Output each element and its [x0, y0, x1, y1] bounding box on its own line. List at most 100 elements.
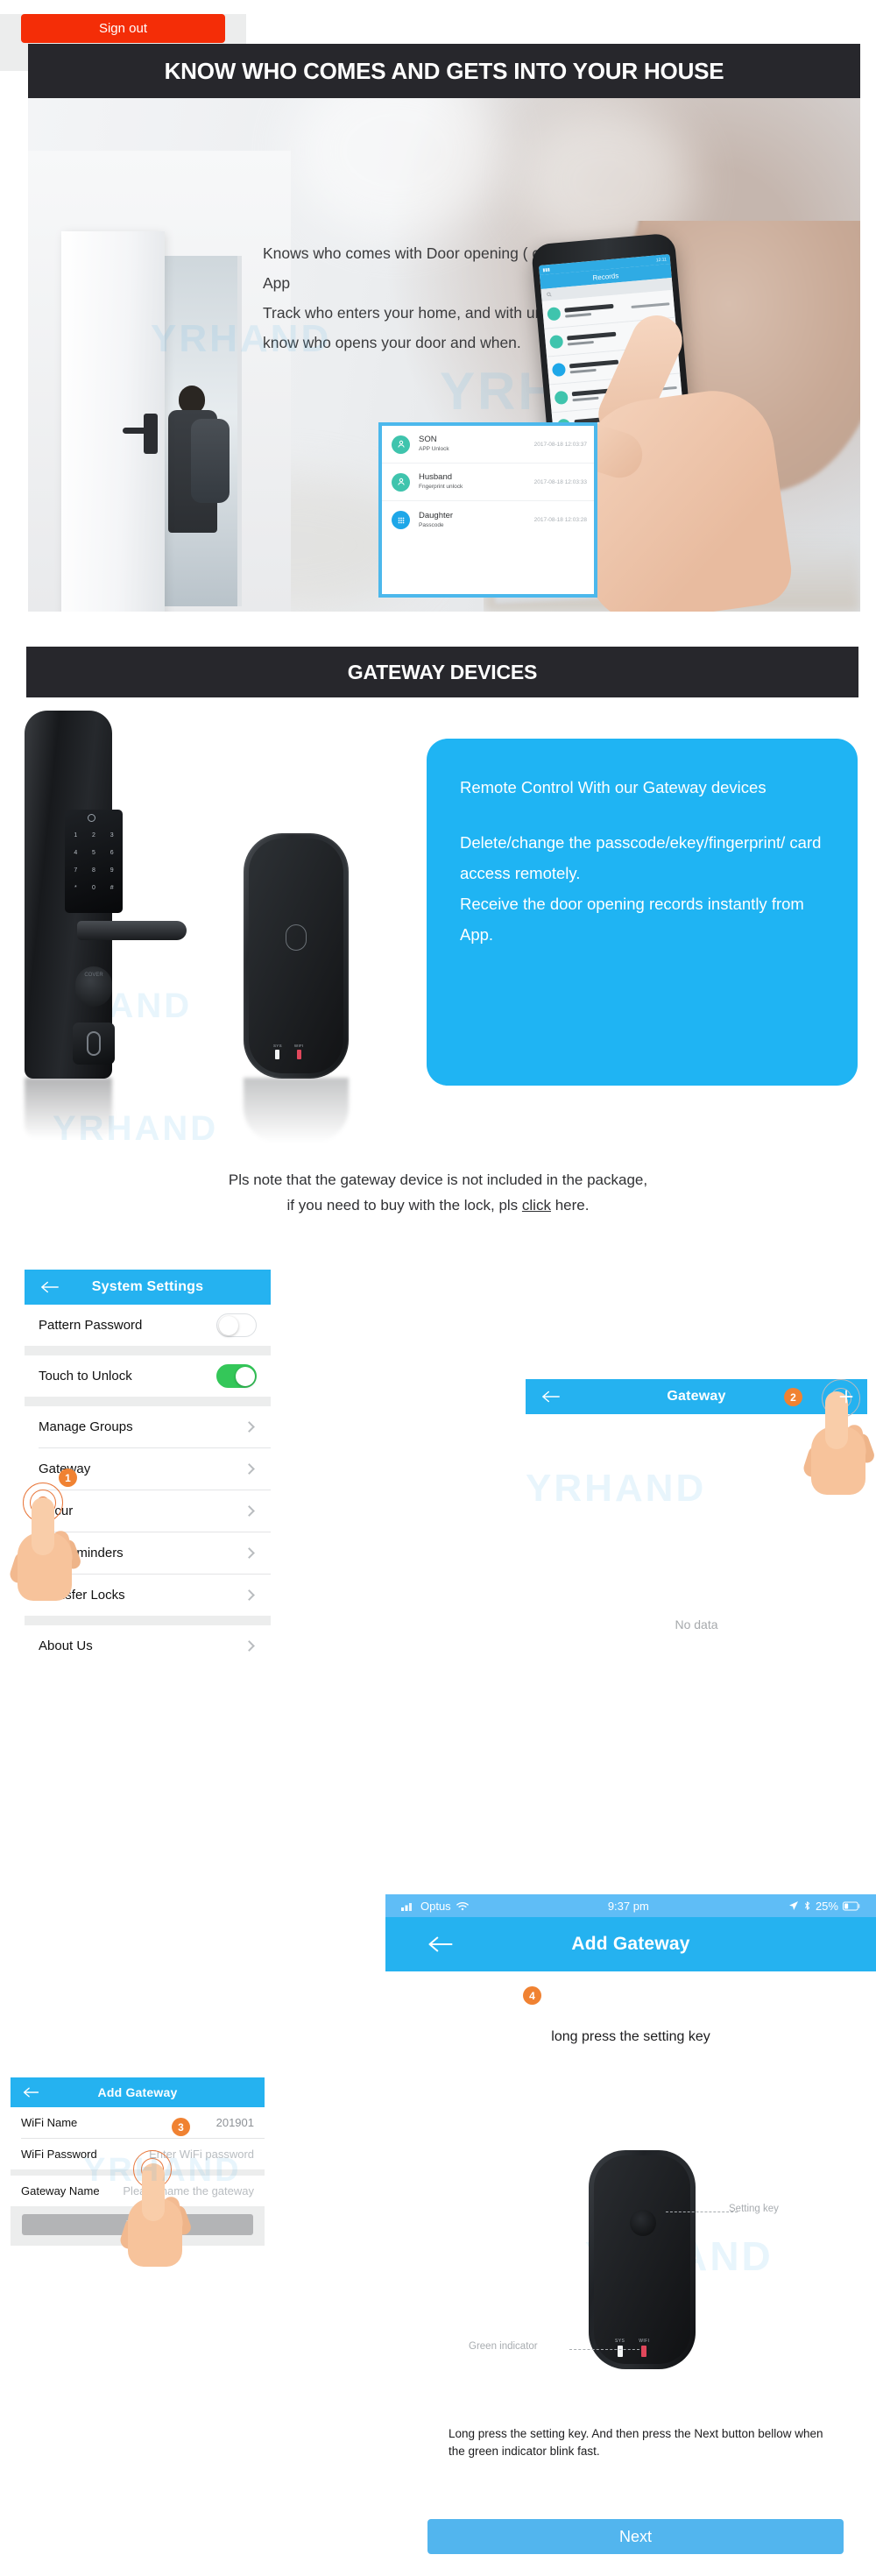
- sys-led-light: [275, 1050, 280, 1059]
- lock-key: 0: [92, 884, 95, 891]
- back-arrow-icon[interactable]: [40, 1280, 60, 1294]
- product-detail-page: KNOW WHO COMES AND GETS INTO YOUR HOUSE …: [0, 14, 876, 2576]
- lock-key-cover: COVER: [75, 966, 112, 1007]
- person-backpack: [191, 419, 230, 503]
- pairing-instruction: Long press the setting key. And then pre…: [449, 2427, 823, 2458]
- record-method: APP Unlock: [419, 446, 449, 452]
- sidebar-item-manage-groups[interactable]: Manage Groups: [25, 1406, 271, 1447]
- callout-line-3: Receive the door opening records instant…: [460, 895, 804, 944]
- gateway-device-reflection: [244, 1078, 349, 1143]
- lock-key: 2: [92, 832, 95, 839]
- wifi-led: WIFI: [639, 2339, 649, 2357]
- chevron-right-icon: [244, 1463, 255, 1475]
- pointer-hand-step-3: [117, 2163, 194, 2268]
- hero-photo: Knows who comes with Door opening ( card…: [28, 98, 860, 612]
- table-row: Husband Fngerprint unlock 2017-08-18 12:…: [382, 464, 594, 501]
- empty-state-text: No data: [675, 1617, 718, 1631]
- door-handle: [123, 428, 158, 434]
- gateway-product-stage: YRHAND YRHAND YRHAND 1 2 3 4 5 6 7 8 9 *…: [0, 706, 876, 1153]
- note-line-2: if you need to buy with the lock, pls cl…: [0, 1192, 876, 1218]
- sys-led: SYS: [273, 1044, 282, 1059]
- gateway-device-leds: SYS WIFI: [273, 1044, 324, 1059]
- table-row: Daughter Passcode 2017-08-18 12:03:28: [382, 501, 594, 539]
- setting-label: Pattern Password: [39, 1318, 143, 1333]
- lock-handle: [77, 921, 187, 940]
- callout-line-2: Delete/change the passcode/ekey/fingerpr…: [460, 833, 822, 882]
- pointer-hand-step-1: [7, 1497, 83, 1603]
- phone-clock: 12:11: [655, 256, 668, 263]
- signal-bars-icon: [401, 1902, 412, 1911]
- status-bar-clock: 9:37 pm: [607, 1899, 649, 1913]
- note-line-2-before: if you need to buy with the lock, pls: [286, 1197, 522, 1214]
- pattern-password-toggle[interactable]: [216, 1313, 257, 1337]
- door-records-card: SON APP Unlock 2017-08-18 12:03:37 Husba…: [378, 422, 597, 598]
- lock-key: 5: [92, 849, 95, 856]
- smart-door-lock: 1 2 3 4 5 6 7 8 9 * 0 # COVER: [25, 711, 187, 1079]
- system-settings-navbar: System Settings: [25, 1270, 271, 1305]
- sidebar-item-about-us[interactable]: About Us: [25, 1625, 271, 1667]
- back-arrow-icon[interactable]: [23, 2086, 39, 2098]
- callout-line-1: Remote Control With our Gateway devices: [460, 778, 766, 796]
- click-link[interactable]: click: [522, 1197, 551, 1214]
- record-method: Fngerprint unlock: [419, 484, 463, 490]
- next-button[interactable]: Next: [427, 2519, 844, 2554]
- status-badge: 1: [59, 1468, 77, 1487]
- add-gateway-pairing-screen: Optus 9:37 pm 25% Add Gateway: [385, 1894, 876, 1971]
- gateway-device-face: [594, 2155, 690, 2364]
- lock-key: *: [74, 884, 77, 891]
- setting-key-button: [630, 2210, 656, 2236]
- setting-row-pattern-password[interactable]: Pattern Password: [25, 1305, 271, 1346]
- sys-led: SYS: [615, 2339, 625, 2357]
- setting-label: About Us: [39, 1638, 93, 1653]
- gateway-banner: GATEWAY DEVICES: [26, 647, 858, 697]
- chevron-right-icon: [244, 1589, 255, 1601]
- gateway-banner-title: GATEWAY DEVICES: [347, 660, 538, 683]
- carrier-label: Optus: [420, 1899, 451, 1913]
- chevron-right-icon: [244, 1421, 255, 1433]
- divider: [25, 1616, 271, 1625]
- field-row-wifi-name[interactable]: WiFi Name 201901: [11, 2107, 265, 2138]
- sys-led-light: [617, 2346, 623, 2357]
- gateway-device-face: [249, 839, 343, 1073]
- power-icon: [88, 814, 95, 822]
- location-arrow-icon: [788, 1901, 798, 1910]
- gateway-purchase-note: Pls note that the gateway device is not …: [0, 1167, 876, 1218]
- hero-banner-title: KNOW WHO COMES AND GETS INTO YOUR HOUSE: [164, 57, 724, 84]
- sign-out-button[interactable]: Sign out: [21, 14, 225, 43]
- setting-label: Touch to Unlock: [39, 1369, 132, 1384]
- status-badge: 2: [784, 1388, 802, 1406]
- gateway-device: SYS WIFI: [244, 833, 349, 1079]
- lock-key: 7: [74, 867, 78, 874]
- lock-reflection: [25, 1078, 112, 1139]
- setting-row-touch-to-unlock[interactable]: Touch to Unlock: [25, 1355, 271, 1397]
- field-label: WiFi Password: [21, 2148, 97, 2161]
- chevron-right-icon: [244, 1547, 255, 1559]
- smart-lock-icon: [144, 414, 158, 454]
- wifi-led-light: [641, 2346, 647, 2357]
- back-arrow-icon[interactable]: [427, 1935, 454, 1954]
- note-line-1: Pls note that the gateway device is not …: [228, 1171, 648, 1188]
- green-indicator-leader-line: [569, 2349, 639, 2350]
- wifi-name-input[interactable]: 201901: [216, 2116, 254, 2129]
- lock-key: 6: [110, 849, 114, 856]
- plus-icon[interactable]: [837, 1388, 855, 1405]
- record-name: SON: [419, 435, 437, 444]
- note-line-2-after: here.: [550, 1197, 590, 1214]
- bluetooth-icon: [804, 1901, 810, 1910]
- back-arrow-icon[interactable]: [541, 1390, 561, 1404]
- lock-key: 1: [74, 832, 78, 839]
- next-button-wrap: Next: [427, 2519, 844, 2554]
- chevron-right-icon: [244, 1640, 255, 1652]
- add-gateway-navbar: Add Gateway: [11, 2077, 265, 2107]
- status-badge: 3: [172, 2118, 190, 2136]
- touch-to-unlock-toggle[interactable]: [216, 1364, 257, 1388]
- lock-keypad-keys: 1 2 3 4 5 6 7 8 9 * 0 #: [67, 826, 121, 896]
- watermark: YRHAND: [526, 1467, 707, 1510]
- phone-signal-label: ▮▮▮: [542, 266, 550, 273]
- search-icon: [547, 292, 552, 297]
- record-time: 2017-08-18 12:03:37: [533, 441, 587, 448]
- field-label: WiFi Name: [21, 2116, 78, 2129]
- hero-banner: KNOW WHO COMES AND GETS INTO YOUR HOUSE: [28, 44, 860, 98]
- wifi-icon: [456, 1901, 469, 1910]
- record-name: Husband: [419, 472, 453, 482]
